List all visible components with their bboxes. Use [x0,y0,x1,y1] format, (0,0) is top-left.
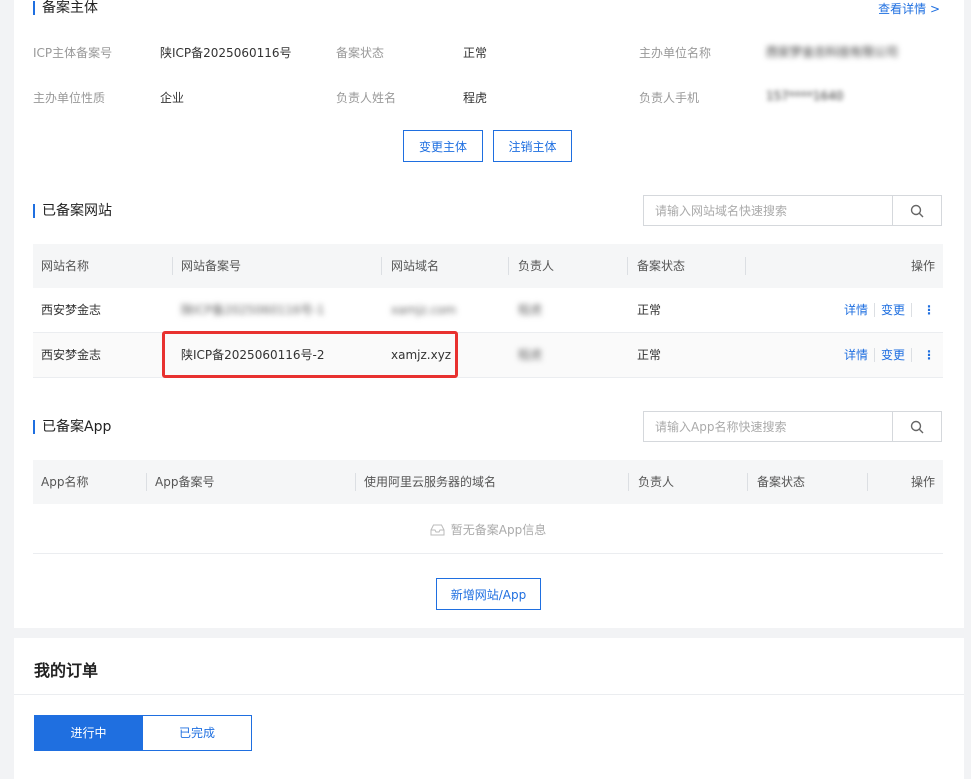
col-app-owner: 负责人 [638,475,675,489]
apps-table-header: App名称 App备案号 使用阿里云服务器的域名 负责人 备案状态 操作 [33,460,943,504]
empty-box-icon [430,524,445,535]
col-app-icp: App备案号 [155,475,215,489]
col-site-status: 备案状态 [637,259,686,273]
site-change-link[interactable]: 变更 [881,288,905,332]
add-site-app-button[interactable]: 新增网站/App [436,578,541,610]
change-entity-button[interactable]: 变更主体 [403,130,483,162]
owner-phone-value: 157****1640 [766,89,844,103]
col-app-name: App名称 [41,475,89,489]
websites-table-header: 网站名称 网站备案号 网站域名 负责人 备案状态 操作 [33,244,943,288]
more-icon[interactable]: ⋮ [923,288,935,332]
apps-empty-state: 暂无备案App信息 [33,506,943,554]
site-detail-link[interactable]: 详情 [844,333,868,377]
col-site-icp: 网站备案号 [181,259,242,273]
websites-section-title: 已备案网站 [33,203,112,219]
orders-title: 我的订单 [34,661,99,680]
owner-phone-label: 负责人手机 [639,91,700,105]
icp-main-card: 备案主体 查看详情 > ICP主体备案号 陕ICP备2025060116号 备案… [14,0,964,628]
site-name-cell: 西安梦金志 [41,348,102,362]
col-app-status: 备案状态 [757,475,806,489]
col-site-actions: 操作 [910,259,935,273]
table-row: 西安梦金志 陕ICP备2025060116号-1 xamjz.com 程虎 正常… [33,288,943,333]
website-search-input[interactable] [644,196,892,225]
app-search-input[interactable] [644,412,892,441]
filing-status-value: 正常 [463,46,488,60]
icp-number-label: ICP主体备案号 [33,46,113,60]
icp-number-value: 陕ICP备2025060116号 [160,46,292,60]
col-site-name: 网站名称 [41,259,90,273]
apps-table: App名称 App备案号 使用阿里云服务器的域名 负责人 备案状态 操作 [33,460,943,504]
site-status-cell: 正常 [637,303,662,317]
tab-in-progress[interactable]: 进行中 [34,715,143,751]
search-icon [910,420,924,433]
site-icp-cell: 陕ICP备2025060116号-1 [181,303,325,317]
site-change-link[interactable]: 变更 [881,333,905,377]
highlight-annotation-box [162,331,458,378]
organizer-name-label: 主办单位名称 [639,46,712,60]
site-name-cell: 西安梦金志 [41,303,102,317]
col-app-actions: 操作 [910,475,935,489]
col-site-domain: 网站域名 [391,259,440,273]
site-owner-cell: 程虎 [518,303,543,317]
organizer-type-label: 主办单位性质 [33,91,106,105]
view-details-link[interactable]: 查看详情 > [878,0,940,17]
website-search [643,195,942,226]
apps-section-title: 已备案App [33,419,111,435]
col-site-owner: 负责人 [518,259,555,273]
owner-name-value: 程虎 [463,91,488,105]
orders-card: 我的订单 进行中 已完成 [14,638,964,779]
app-search [643,411,942,442]
search-icon [910,204,924,217]
cancel-entity-button[interactable]: 注销主体 [493,130,572,162]
entity-section-title: 备案主体 [33,0,98,16]
site-detail-link[interactable]: 详情 [844,288,868,332]
organizer-name-value: 西安梦金志科技有限公司 [766,45,899,59]
app-search-button[interactable] [892,412,941,441]
tab-completed[interactable]: 已完成 [143,715,252,751]
more-icon[interactable]: ⋮ [923,333,935,377]
orders-tab-group: 进行中 已完成 [34,715,252,751]
site-owner-cell: 程虎 [518,348,543,362]
owner-name-label: 负责人姓名 [336,91,397,105]
filing-status-label: 备案状态 [336,46,385,60]
site-status-cell: 正常 [637,348,662,362]
organizer-type-value: 企业 [160,91,185,105]
site-domain-cell: xamjz.com [391,303,457,317]
apps-empty-text: 暂无备案App信息 [450,523,547,537]
col-app-domain: 使用阿里云服务器的域名 [364,475,497,489]
website-search-button[interactable] [892,196,941,225]
